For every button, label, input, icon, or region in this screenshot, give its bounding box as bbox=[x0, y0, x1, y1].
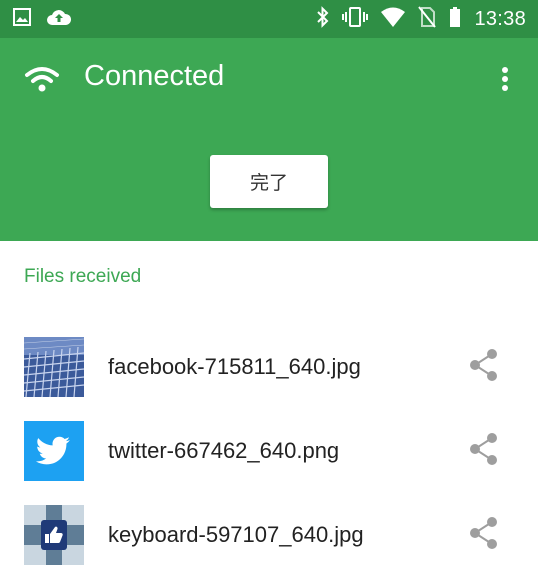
file-row[interactable]: keyboard-597107_640.jpg bbox=[0, 505, 538, 565]
wifi-signal-icon bbox=[380, 6, 406, 33]
file-name: twitter-667462_640.png bbox=[108, 438, 340, 463]
status-bar: 13:38 bbox=[0, 0, 538, 38]
twitter-thumbnail bbox=[24, 421, 84, 481]
files-received-heading: Files received bbox=[24, 266, 142, 287]
image-icon bbox=[12, 7, 32, 32]
connection-status-title: Connected bbox=[84, 60, 225, 92]
battery-icon bbox=[448, 6, 462, 33]
file-name: keyboard-597107_640.jpg bbox=[108, 522, 364, 547]
file-row[interactable]: facebook-715811_640.jpg bbox=[0, 337, 538, 397]
overflow-menu-icon[interactable] bbox=[496, 66, 514, 99]
app-header: Connected 完了 bbox=[0, 38, 538, 241]
no-sim-icon bbox=[418, 5, 437, 33]
vibrate-icon bbox=[342, 6, 369, 33]
file-row[interactable]: twitter-667462_640.png bbox=[0, 421, 538, 481]
bluetooth-icon bbox=[316, 5, 330, 33]
cloud-upload-icon bbox=[46, 7, 72, 32]
file-name: facebook-715811_640.jpg bbox=[108, 354, 361, 379]
share-icon[interactable] bbox=[468, 432, 500, 471]
wifi-icon bbox=[24, 66, 60, 99]
done-button[interactable]: 完了 bbox=[210, 155, 328, 208]
facebook-thumbnail bbox=[24, 337, 84, 397]
status-time: 13:38 bbox=[474, 7, 526, 30]
share-icon[interactable] bbox=[468, 348, 500, 387]
share-icon[interactable] bbox=[468, 516, 500, 555]
keyboard-thumbnail bbox=[24, 505, 84, 565]
